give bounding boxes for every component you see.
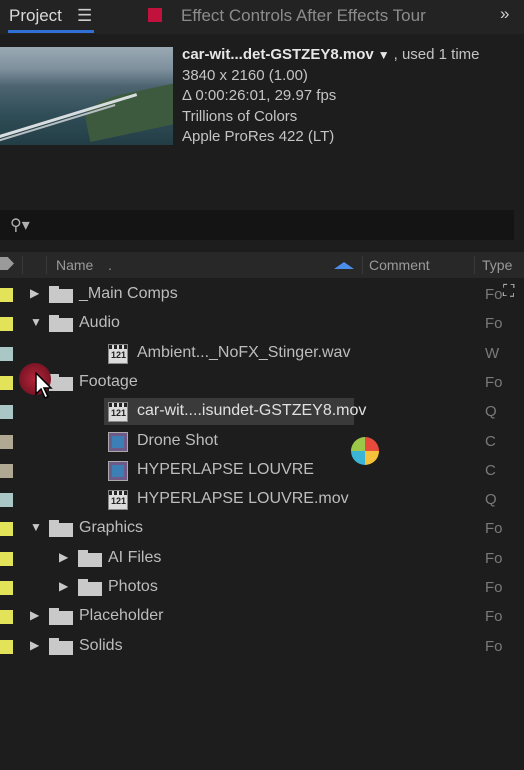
composition-icon [108, 431, 128, 452]
item-type: Q [485, 491, 497, 509]
item-name: Audio [79, 314, 120, 332]
label-color-swatch[interactable] [0, 581, 13, 595]
composition-icon [108, 460, 128, 481]
panel-tab-bar: Project ☰ Effect Controls After Effects … [0, 0, 524, 34]
search-input[interactable]: ⚲▾ [0, 210, 514, 240]
tab-color-swatch [148, 8, 162, 22]
disclosure-collapsed-icon[interactable]: ▶ [59, 550, 68, 564]
mouse-cursor-icon [35, 371, 53, 405]
disclosure-collapsed-icon[interactable]: ▶ [30, 286, 39, 300]
disclosure-collapsed-icon[interactable]: ▶ [30, 638, 39, 652]
label-color-swatch[interactable] [0, 551, 13, 566]
column-type[interactable]: Type [482, 257, 512, 273]
list-item[interactable]: 121 Ambient..._NoFX_Stinger.wav W [0, 339, 524, 368]
list-item[interactable]: ▼FootageFo [0, 368, 524, 397]
item-name: _Main Comps [79, 285, 178, 302]
label-color-swatch[interactable] [0, 610, 13, 625]
item-name: car-wit....isundet-GSTZEY8.mov [137, 402, 367, 420]
label-tag-icon[interactable] [0, 257, 14, 270]
folder-icon [49, 520, 73, 538]
list-item[interactable]: HYPERLAPSE LOUVRE C [0, 456, 524, 485]
item-type: Fo [485, 315, 503, 333]
label-color-swatch[interactable] [0, 522, 13, 537]
list-item[interactable]: ▶ _Main Comps Fo ⛶ [0, 280, 524, 309]
usage-count: , used 1 time [393, 46, 480, 63]
item-name: Graphics [79, 519, 144, 537]
active-tab-indicator [8, 30, 94, 33]
list-item[interactable]: ▶ Photos Fo [0, 573, 524, 602]
dropdown-caret-icon[interactable]: ▼ [378, 48, 390, 62]
column-name[interactable]: Name [56, 257, 93, 273]
footage-colors: Trillions of Colors [182, 107, 298, 125]
footage-filename: car-wit...det-GSTZEY8.mov [182, 46, 374, 63]
item-name: HYPERLAPSE LOUVRE.mov [137, 490, 349, 508]
item-type: Fo [485, 373, 503, 391]
column-dot: . [108, 257, 112, 273]
folder-icon [49, 637, 73, 655]
item-name: Footage [79, 372, 138, 390]
disclosure-expanded-icon[interactable]: ▼ [30, 315, 42, 329]
column-header: Name . Comment Type [0, 252, 524, 278]
item-type: Fo [485, 579, 503, 596]
item-name: Drone Shot [137, 431, 218, 449]
list-item[interactable]: 121 car-wit....isundet-GSTZEY8.mov Q [0, 397, 524, 426]
footage-duration: Δ 0:00:26:01, 29.97 fps [182, 87, 337, 104]
disclosure-collapsed-icon[interactable]: ▶ [59, 579, 68, 593]
flowchart-icon[interactable]: ⛶ [503, 283, 514, 301]
list-item[interactable]: Drone Shot C [0, 427, 524, 456]
label-color-swatch[interactable] [0, 375, 13, 390]
item-name: Solids [79, 636, 123, 654]
item-type: Fo [485, 286, 503, 303]
footage-file-icon: 121 [108, 343, 128, 364]
footage-resolution: 3840 x 2160 (1.00) [182, 66, 308, 84]
double-chevron-right-icon[interactable]: » [500, 4, 509, 24]
label-color-swatch[interactable] [0, 346, 13, 361]
footage-thumbnail [0, 47, 173, 145]
folder-icon [78, 549, 102, 567]
item-type: Fo [485, 637, 503, 655]
hamburger-menu-icon[interactable]: ☰ [77, 6, 92, 26]
label-color-swatch[interactable] [0, 317, 13, 332]
tab-project[interactable]: Project [9, 6, 62, 26]
search-icon[interactable]: ⚲▾ [10, 215, 30, 235]
tab-effect-controls[interactable]: Effect Controls After Effects Tour [181, 6, 426, 26]
folder-icon [78, 579, 102, 596]
item-type: C [485, 461, 496, 479]
list-item[interactable]: ▶ Placeholder Fo [0, 602, 524, 631]
footage-file-icon: 121 [108, 402, 128, 423]
footage-file-icon: 121 [108, 490, 128, 511]
item-type: Q [485, 403, 497, 421]
folder-icon [49, 608, 73, 626]
footage-info: car-wit...det-GSTZEY8.mov ▼, used 1 time … [182, 45, 480, 148]
item-type: Fo [485, 520, 503, 538]
item-type: W [485, 344, 500, 362]
label-color-swatch[interactable] [0, 288, 13, 302]
item-type: Fo [485, 549, 503, 567]
list-item[interactable]: ▶ Solids Fo [0, 632, 524, 661]
disclosure-expanded-icon[interactable]: ▼ [30, 520, 42, 534]
label-color-swatch[interactable] [0, 463, 13, 478]
folder-icon [49, 315, 73, 333]
folder-icon [49, 286, 73, 303]
loading-spinner-icon [351, 437, 379, 465]
column-comment[interactable]: Comment [369, 257, 430, 273]
label-color-swatch[interactable] [0, 434, 13, 449]
item-type: C [485, 432, 496, 450]
item-type: Fo [485, 608, 503, 626]
footage-codec: Apple ProRes 422 (LT) [182, 128, 335, 145]
label-color-swatch[interactable] [0, 405, 13, 420]
list-item[interactable]: ▶ AI Files Fo [0, 544, 524, 573]
item-name: HYPERLAPSE LOUVRE [137, 460, 314, 478]
label-color-swatch[interactable] [0, 493, 13, 508]
sort-ascending-icon[interactable] [334, 262, 354, 269]
item-name: Ambient..._NoFX_Stinger.wav [137, 343, 351, 361]
item-name: Photos [108, 578, 158, 595]
list-item[interactable]: 121 HYPERLAPSE LOUVRE.mov Q [0, 485, 524, 514]
list-item[interactable]: ▼ Graphics Fo [0, 514, 524, 543]
item-name: Placeholder [79, 607, 164, 625]
item-name: AI Files [108, 548, 162, 566]
disclosure-collapsed-icon[interactable]: ▶ [30, 608, 39, 622]
label-color-swatch[interactable] [0, 639, 13, 654]
list-item[interactable]: ▼ Audio Fo [0, 309, 524, 338]
